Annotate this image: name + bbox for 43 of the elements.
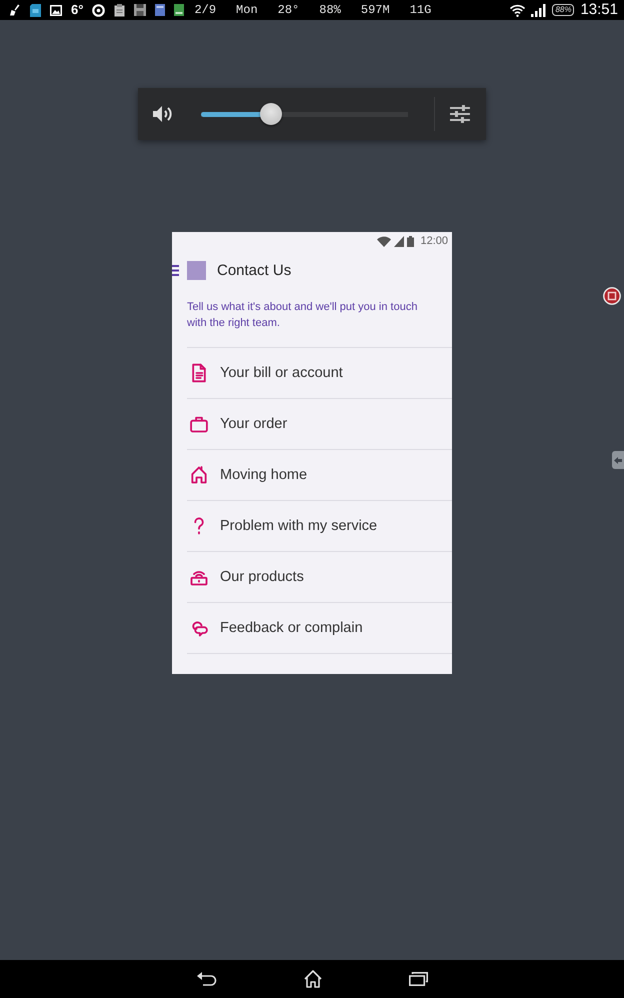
signal-icon [531,4,546,16]
square-icon [187,260,206,280]
clipboard-icon [114,4,126,16]
broom-icon [9,4,21,16]
battery-indicator: 88% [552,4,574,16]
status-indicator-text: 597M [360,2,390,18]
sliders-icon[interactable] [450,105,470,123]
status-indicator-text: 2/9 [194,2,216,18]
status-indicator-text: 88% [319,2,341,18]
status-indicator-text: 11G [410,2,432,18]
side-panel-handle[interactable] [612,451,624,469]
status-indicator-text: 28° [278,2,300,18]
image-icon [50,4,62,16]
house-icon [189,465,209,485]
wifi-icon [510,4,526,16]
menu-icon[interactable] [172,264,179,276]
stop-icon[interactable] [603,287,621,305]
menu-item[interactable]: Our products [187,551,452,602]
wifi-icon [377,236,392,246]
page-title: Contact Us [217,262,292,278]
slider-thumb[interactable] [260,103,282,125]
sd-card-icon [30,4,41,16]
menu-item[interactable]: Feedback or complain [187,602,452,654]
status-indicator-text: Mon [236,2,258,18]
signal-icon [394,236,404,246]
clock-text: 13:51 [580,1,618,19]
menu-item[interactable]: Problem with my service [187,500,452,551]
recent-apps-icon[interactable] [408,972,428,986]
back-icon[interactable] [196,972,216,986]
card-icon [174,4,184,16]
temperature-text: 6° [71,2,84,18]
menu-item[interactable]: Your order [187,398,452,449]
arrow-left-icon [614,456,622,464]
home-icon[interactable] [302,970,322,988]
card-icon [155,4,166,16]
battery-icon [407,236,414,246]
speaker-icon[interactable] [153,105,174,123]
briefcase-icon [189,414,209,434]
menu-item[interactable]: Your bill or account [187,347,452,398]
ring-icon [92,4,106,16]
clock-text: 12:00 [420,235,448,247]
intro-text: Tell us what it's about and we'll put you in touch with the right team. [187,300,418,330]
menu-item[interactable]: Moving home [187,449,452,500]
